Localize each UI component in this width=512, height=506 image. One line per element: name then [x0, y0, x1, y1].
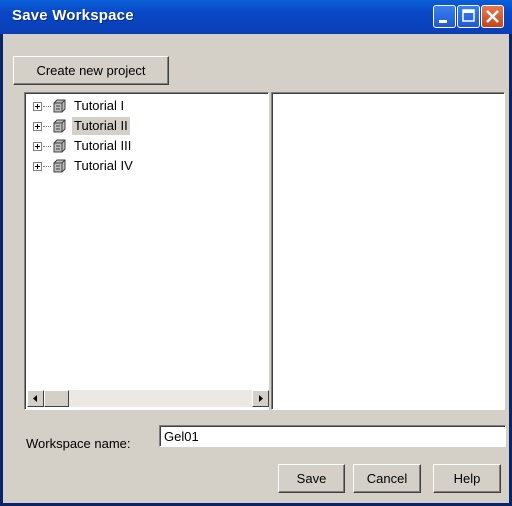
project-icon	[51, 139, 67, 156]
project-icon	[51, 119, 67, 136]
tree-connector	[43, 166, 51, 167]
tree-item-label: Tutorial III	[74, 138, 132, 153]
workspace-name-label: Workspace name:	[26, 436, 131, 451]
save-workspace-dialog: Save Workspace Create new project Tutori…	[0, 0, 512, 506]
project-tree-panel[interactable]: Tutorial I Tutorial II Tutorial III Tutoria…	[24, 92, 269, 410]
tree-item-label: Tutorial I	[74, 98, 125, 113]
expand-icon[interactable]	[33, 102, 42, 111]
minimize-icon	[439, 20, 447, 23]
title-bar[interactable]: Save Workspace	[0, 0, 512, 34]
tree-connector	[43, 126, 51, 127]
scroll-left-button[interactable]	[27, 390, 44, 407]
workspace-list-panel[interactable]	[271, 92, 505, 410]
window-title: Save Workspace	[12, 7, 134, 24]
tree-connector	[43, 106, 51, 107]
expand-icon[interactable]	[33, 142, 42, 151]
create-new-project-button[interactable]: Create new project	[13, 56, 169, 85]
expand-icon[interactable]	[33, 122, 42, 131]
cancel-button[interactable]: Cancel	[353, 464, 421, 493]
project-icon	[51, 159, 67, 176]
scroll-right-button[interactable]	[252, 390, 269, 407]
arrow-left-icon	[33, 395, 37, 402]
expand-icon[interactable]	[33, 162, 42, 171]
project-icon	[51, 99, 67, 116]
tree-connector	[43, 146, 51, 147]
minimize-button[interactable]	[433, 5, 456, 28]
close-button[interactable]	[481, 5, 504, 28]
horizontal-scrollbar[interactable]	[27, 390, 269, 407]
save-button[interactable]: Save	[278, 464, 345, 493]
scrollbar-thumb[interactable]	[44, 390, 69, 407]
tree-item-label: Tutorial IV	[74, 158, 133, 173]
maximize-icon	[462, 9, 475, 22]
workspace-name-input[interactable]	[159, 425, 506, 447]
arrow-right-icon	[259, 395, 263, 402]
tree-item-label: Tutorial II	[72, 117, 130, 135]
close-icon	[486, 10, 499, 23]
maximize-button[interactable]	[457, 5, 480, 28]
help-button[interactable]: Help	[433, 464, 501, 493]
